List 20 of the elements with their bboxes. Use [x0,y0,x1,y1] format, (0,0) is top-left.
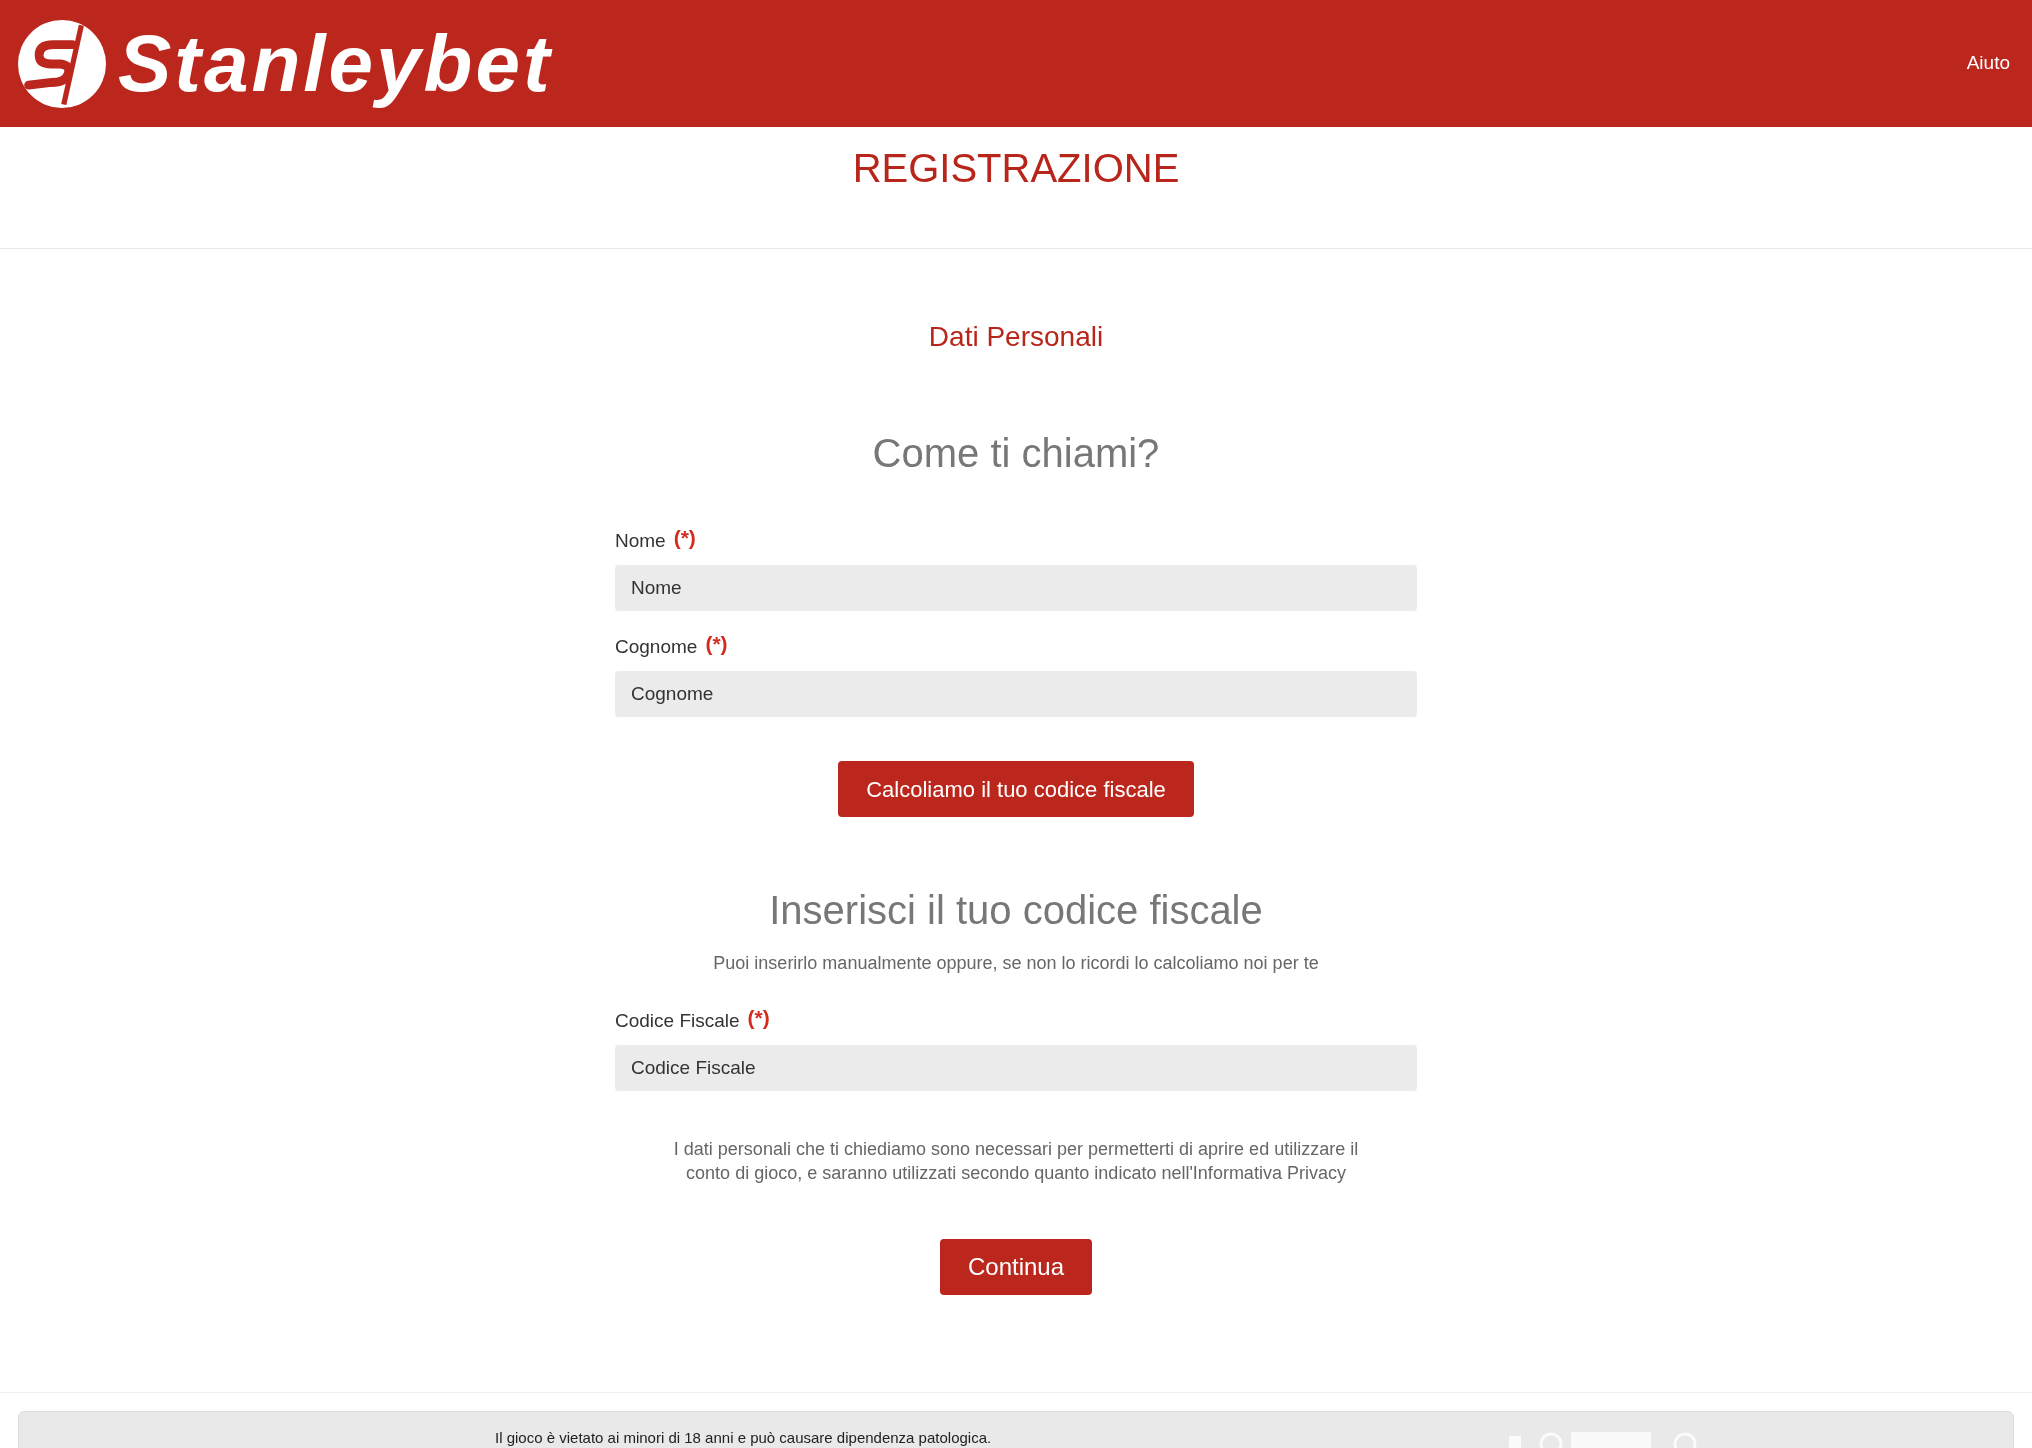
privacy-note: I dati personali che ti chiediamo sono necessari per permetterti di aprire ed utilizzare il conto di gioco, e saranno utilizzati secondo quanto indicato nell'Informativa Privacy [672,1138,1360,1185]
logo-icon [18,19,106,108]
page-title: REGISTRAZIONE [852,145,1180,192]
text-field[interactable]: Cognome [615,671,1417,717]
required-mark: (*) [747,1006,770,1030]
text-field[interactable]: Codice Fiscale [615,1045,1417,1091]
field-label: Nome [615,529,666,553]
section-heading: Inserisci il tuo codice fiscale [769,887,1263,934]
help-link[interactable]: Aiuto [1966,49,2010,78]
field-label: Cognome [615,635,698,659]
section-heading: Come ti chiami? [872,430,1160,477]
step-title: Dati Personali [928,320,1104,354]
required-mark: (*) [705,632,728,656]
text-field[interactable]: Nome [615,565,1417,611]
field-label: Codice Fiscale [615,1009,740,1033]
required-mark: (*) [673,526,696,550]
footer-notice: Il gioco è vietato ai minori di 18 anni e può causare dipendenza patologica. [495,1428,992,1448]
section-subtitle: Puoi inserirlo manualmente oppure, se non lo ricordi lo calcoliamo noi per te [713,952,1319,975]
calculate-button[interactable]: Calcoliamo il tuo codice fiscale [838,761,1194,817]
continue-button[interactable]: Continua [939,1239,1093,1295]
